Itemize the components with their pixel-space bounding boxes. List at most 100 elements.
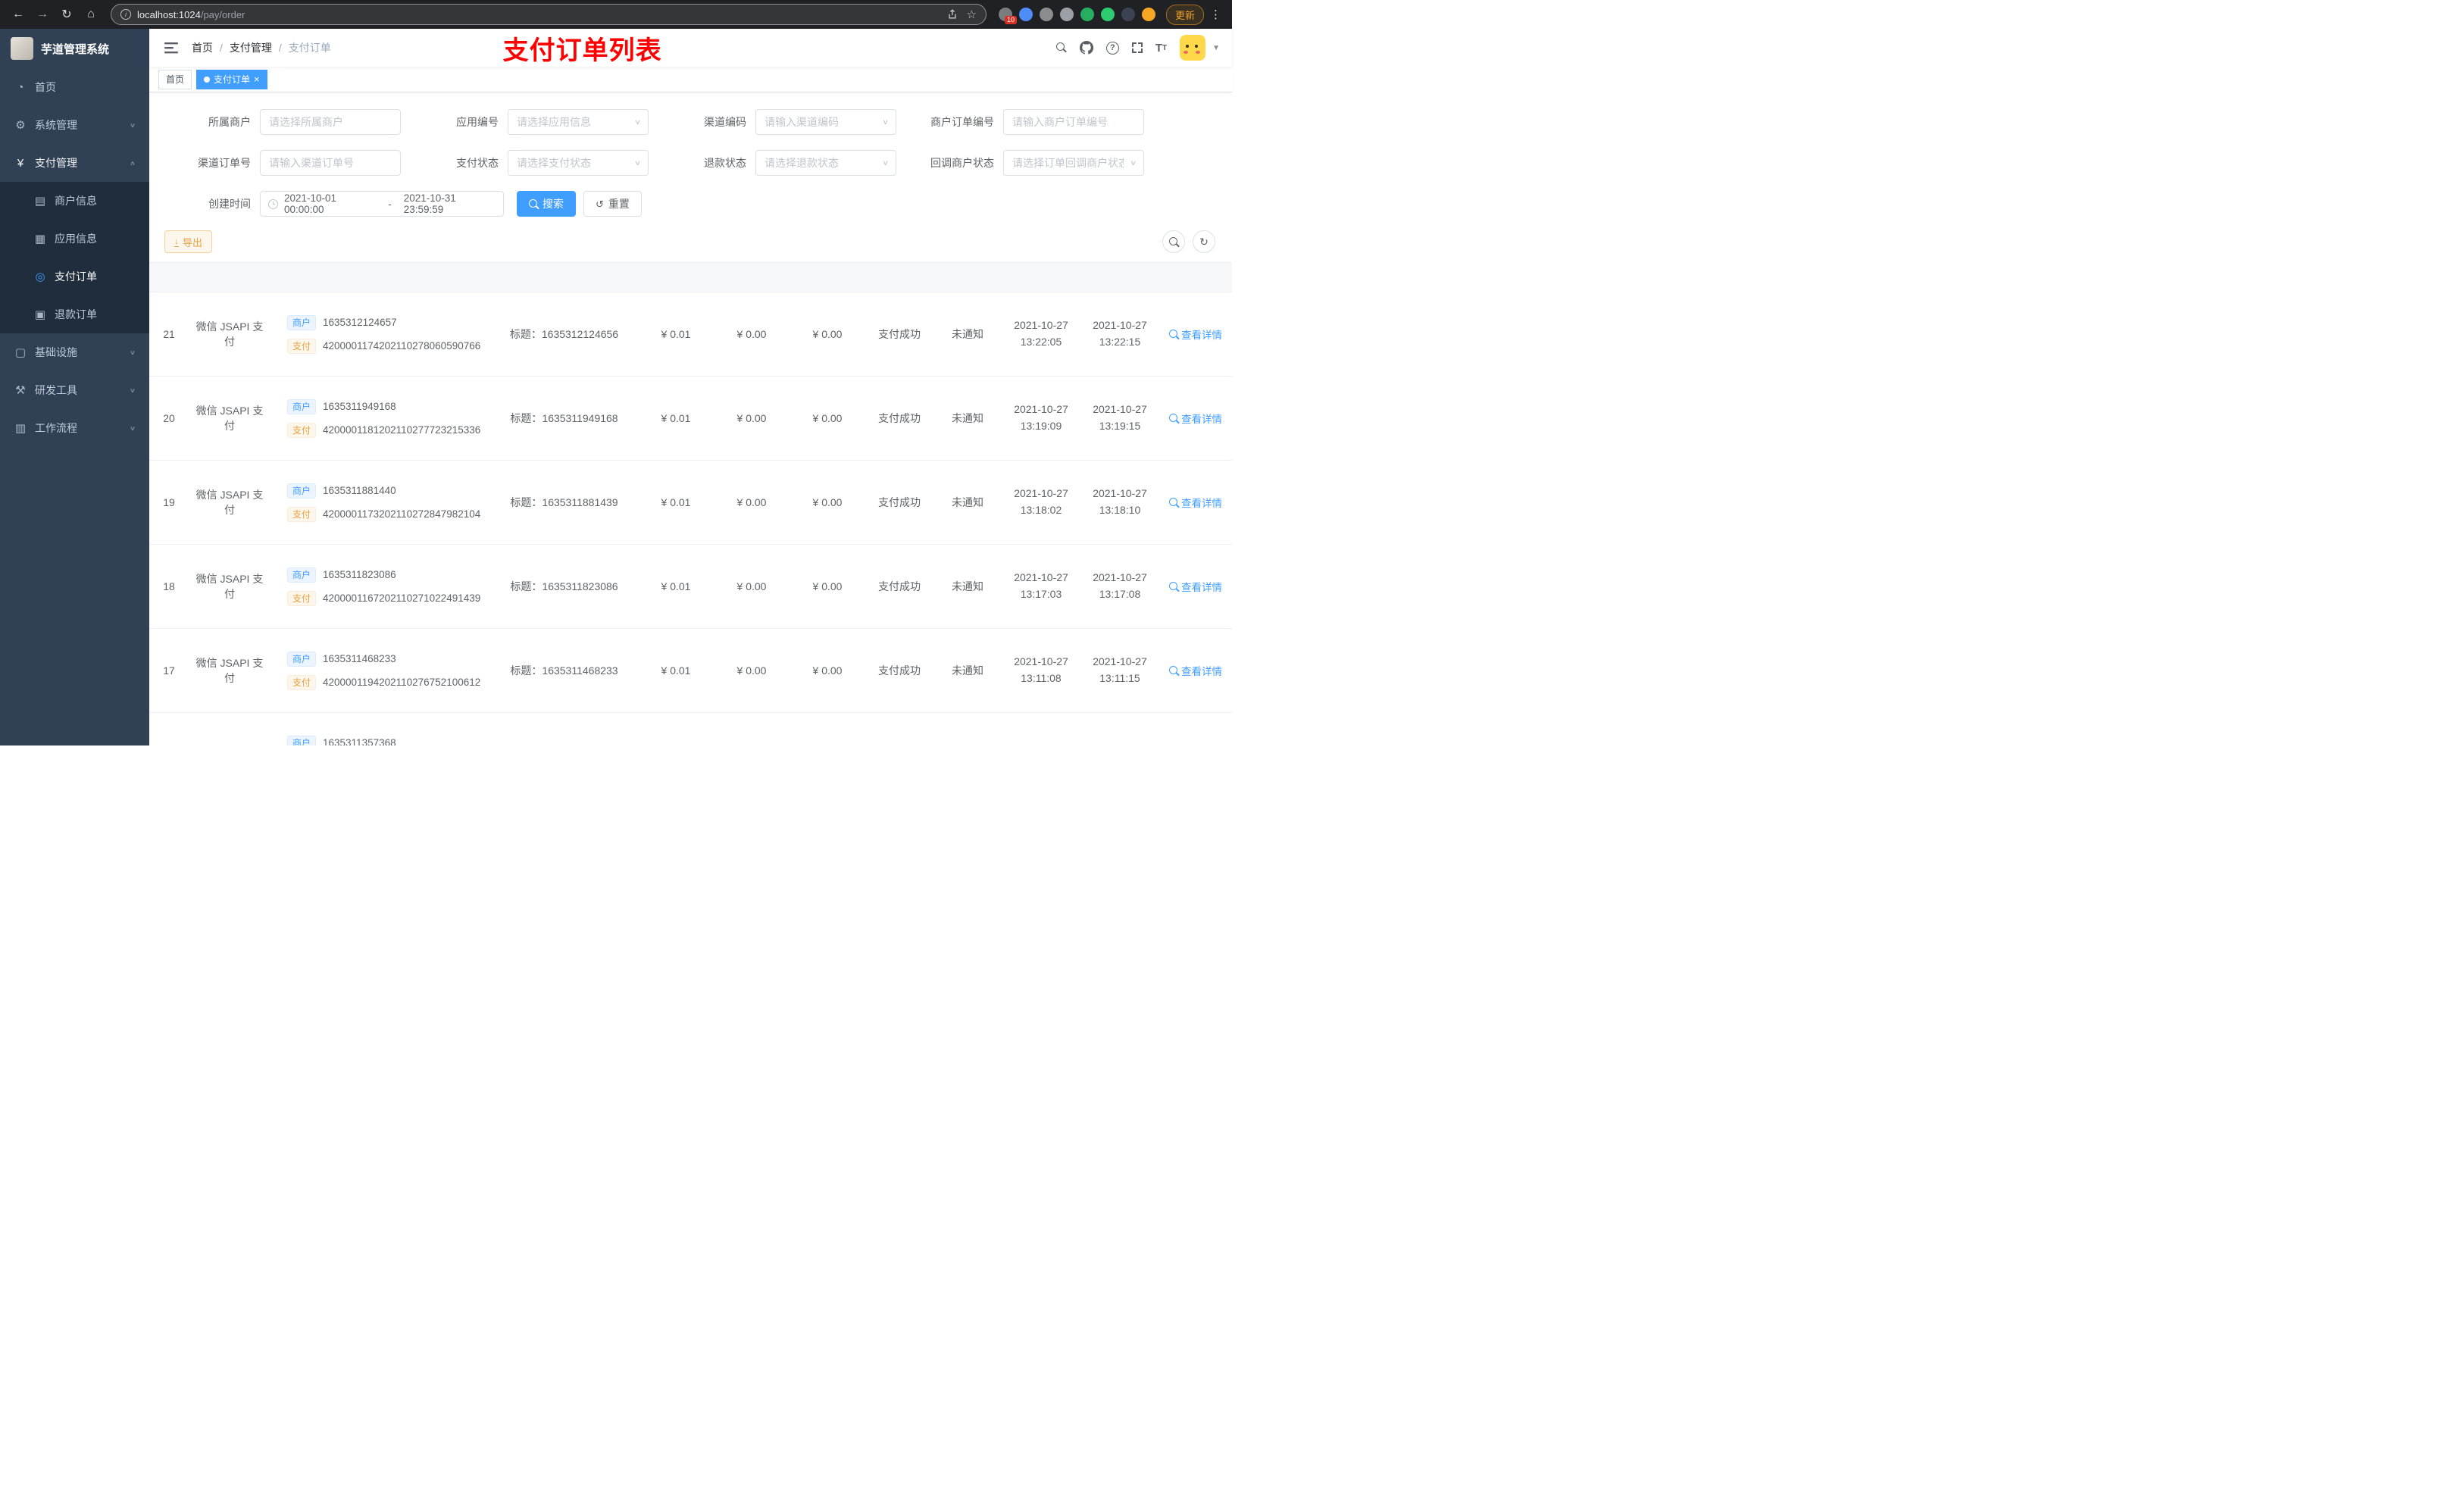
merchant-order-no: 1635311881440 [323, 485, 396, 496]
tag[interactable]: 首页 [158, 69, 192, 89]
browser-reload-button[interactable]: ↻ [56, 4, 77, 25]
detail-icon [1169, 582, 1178, 591]
tag[interactable]: 支付订单 × [196, 69, 267, 89]
cell-amount: ¥ 0.01 [661, 496, 691, 508]
extension-icon[interactable] [1121, 8, 1135, 21]
gear-icon: ⚙ [15, 119, 26, 132]
address-bar[interactable]: i localhost:1024/pay/order ☆ [111, 4, 987, 25]
browser-menu-icon[interactable]: ⋮ [1207, 8, 1224, 21]
sidebar-item[interactable]: ¥ 支付管理 ∧ [0, 144, 149, 182]
merchant-tag: 商户 [287, 567, 317, 583]
filter-input[interactable] [261, 157, 400, 169]
view-detail-link[interactable]: 查看详情 [1169, 495, 1222, 510]
bookmark-star-icon[interactable]: ☆ [967, 8, 977, 21]
browser-update-button[interactable]: 更新 [1165, 4, 1204, 25]
export-button[interactable]: ↓ 导出 [164, 230, 213, 253]
sidebar-item[interactable]: ▣ 退款订单 [0, 295, 149, 333]
view-detail-link[interactable]: 查看详情 [1169, 663, 1222, 678]
search-button[interactable]: 搜索 [517, 191, 576, 217]
cell-fee: ¥ 0.00 [736, 412, 767, 424]
pay-order-icon: ◎ [35, 270, 45, 283]
avatar[interactable] [1180, 35, 1206, 61]
devtools-icon: ⚒ [15, 384, 26, 397]
breadcrumb-item[interactable]: 支付订单 [289, 40, 331, 55]
date-range-input[interactable]: 2021-10-01 00:00:00 - 2021-10-31 23:59:5… [260, 191, 504, 217]
browser-home-button[interactable]: ⌂ [80, 4, 102, 25]
show-search-button[interactable] [1162, 230, 1185, 253]
breadcrumb-item[interactable]: 首页 [192, 40, 213, 55]
filter-item: 所属商户 [170, 109, 418, 135]
breadcrumb-item[interactable]: 支付管理 [230, 40, 272, 55]
sidebar-item[interactable]: ◔ 首页 [0, 68, 149, 106]
fullscreen-icon[interactable] [1131, 42, 1143, 53]
refresh-table-button[interactable]: ↻ [1193, 230, 1215, 253]
sidebar-item[interactable]: ▤ 商户信息 [0, 182, 149, 220]
extension-icon[interactable] [1100, 8, 1115, 21]
sidebar-item[interactable]: ◎ 支付订单 [0, 258, 149, 295]
extension-icon[interactable] [1018, 8, 1033, 21]
filter-input-wrap: ∨ [755, 109, 896, 135]
sidebar-item[interactable]: ⚙ 系统管理 ∨ [0, 106, 149, 144]
browser-forward-button[interactable]: → [32, 4, 53, 25]
view-detail-link[interactable]: 查看详情 [1169, 411, 1222, 426]
extension-icon[interactable]: 10 [998, 8, 1017, 24]
reset-button[interactable]: ↺ 重置 [583, 191, 642, 217]
filter-input[interactable] [756, 157, 896, 169]
cell-create-time: 2021-10-27 13:19:09 [1014, 403, 1068, 432]
url-path: /pay/order [200, 8, 245, 20]
cell-channel: 微信 JSAPI 支付 [195, 489, 264, 516]
chevron-icon: ∨ [129, 121, 136, 129]
cell-pay-time: 2021-10-27 13:11:15 [1093, 655, 1147, 684]
sidebar-item[interactable]: ▢ 基础设施 ∨ [0, 333, 149, 371]
filter-item: 商户订单编号 [914, 109, 1162, 135]
help-icon[interactable]: ? [1105, 41, 1119, 55]
sidebar: 芋道管理系统 ◔ 首页 ⚙ 系统管理 ∨ ¥ 支付管理 ∧ ▤ 商户信息 ▦ 应… [0, 29, 149, 746]
browser-back-button[interactable]: ← [8, 4, 29, 25]
sidebar-item[interactable]: ▦ 应用信息 [0, 220, 149, 258]
merchant-tag: 商户 [287, 483, 317, 499]
cell-pay-time: 2021-10-27 13:19:15 [1093, 403, 1147, 432]
filter-input[interactable] [261, 116, 400, 128]
filter-item: 渠道编码 ∨ [666, 109, 914, 135]
app-logo [11, 37, 33, 60]
cell-pay-order: 商户 1635311881440 支付 42000011732021102728… [275, 483, 486, 522]
filter-input[interactable] [1004, 116, 1143, 128]
cell-pay-order: 商户 1635312124657 支付 42000011742021102780… [275, 314, 486, 354]
cell-refund: ¥ 0.00 [812, 496, 843, 508]
filter-input[interactable] [1004, 157, 1143, 169]
sidebar-item[interactable]: ⚒ 研发工具 ∨ [0, 371, 149, 409]
cell-create-time: 2021-10-27 13:18:02 [1014, 487, 1068, 516]
filter-input[interactable] [508, 157, 648, 169]
extension-icon[interactable] [1059, 8, 1074, 21]
tag-close-icon[interactable]: × [254, 74, 260, 84]
table-row: 16 商户 1635311357368 [149, 713, 1232, 746]
cell-create-time: 2021-10-27 13:22:05 [1014, 319, 1068, 348]
search-icon [529, 199, 538, 208]
filter-label: 创建时间 [208, 198, 251, 210]
pay-order-no: 4200001174202110278060590766 [323, 340, 481, 352]
filter-input[interactable] [756, 116, 896, 128]
hamburger-icon[interactable] [161, 39, 181, 57]
font-size-icon[interactable]: TT [1155, 42, 1167, 55]
view-detail-link[interactable]: 查看详情 [1169, 327, 1222, 342]
github-icon[interactable] [1079, 41, 1093, 55]
browser-toolbar: ← → ↻ ⌂ i localhost:1024/pay/order ☆ 10 [0, 0, 1232, 29]
extension-icon[interactable] [1080, 8, 1094, 21]
topbar: 首页 / 支付管理 / 支付订单 支付订单列表 ? T T ▼ [149, 29, 1232, 67]
sidebar-item[interactable]: ▥ 工作流程 ∨ [0, 409, 149, 447]
cell-status: 支付成功 [878, 664, 921, 677]
extension-icon[interactable] [1141, 8, 1155, 21]
breadcrumb-separator: / [220, 42, 223, 54]
site-info-icon[interactable]: i [120, 9, 131, 20]
search-icon[interactable] [1055, 42, 1067, 53]
avatar-caret-icon[interactable]: ▼ [1212, 44, 1220, 52]
view-detail-link[interactable]: 查看详情 [1169, 579, 1222, 594]
chevron-icon: ∧ [129, 159, 136, 167]
url-domain: localhost:1024 [137, 8, 201, 20]
merchant-card-icon: ▤ [34, 195, 46, 208]
merchant-tag: 商户 [287, 651, 317, 667]
extension-icon[interactable] [1039, 8, 1053, 21]
share-icon[interactable] [947, 9, 958, 20]
filter-input[interactable] [508, 116, 648, 128]
cell-channel: 微信 JSAPI 支付 [195, 657, 264, 684]
